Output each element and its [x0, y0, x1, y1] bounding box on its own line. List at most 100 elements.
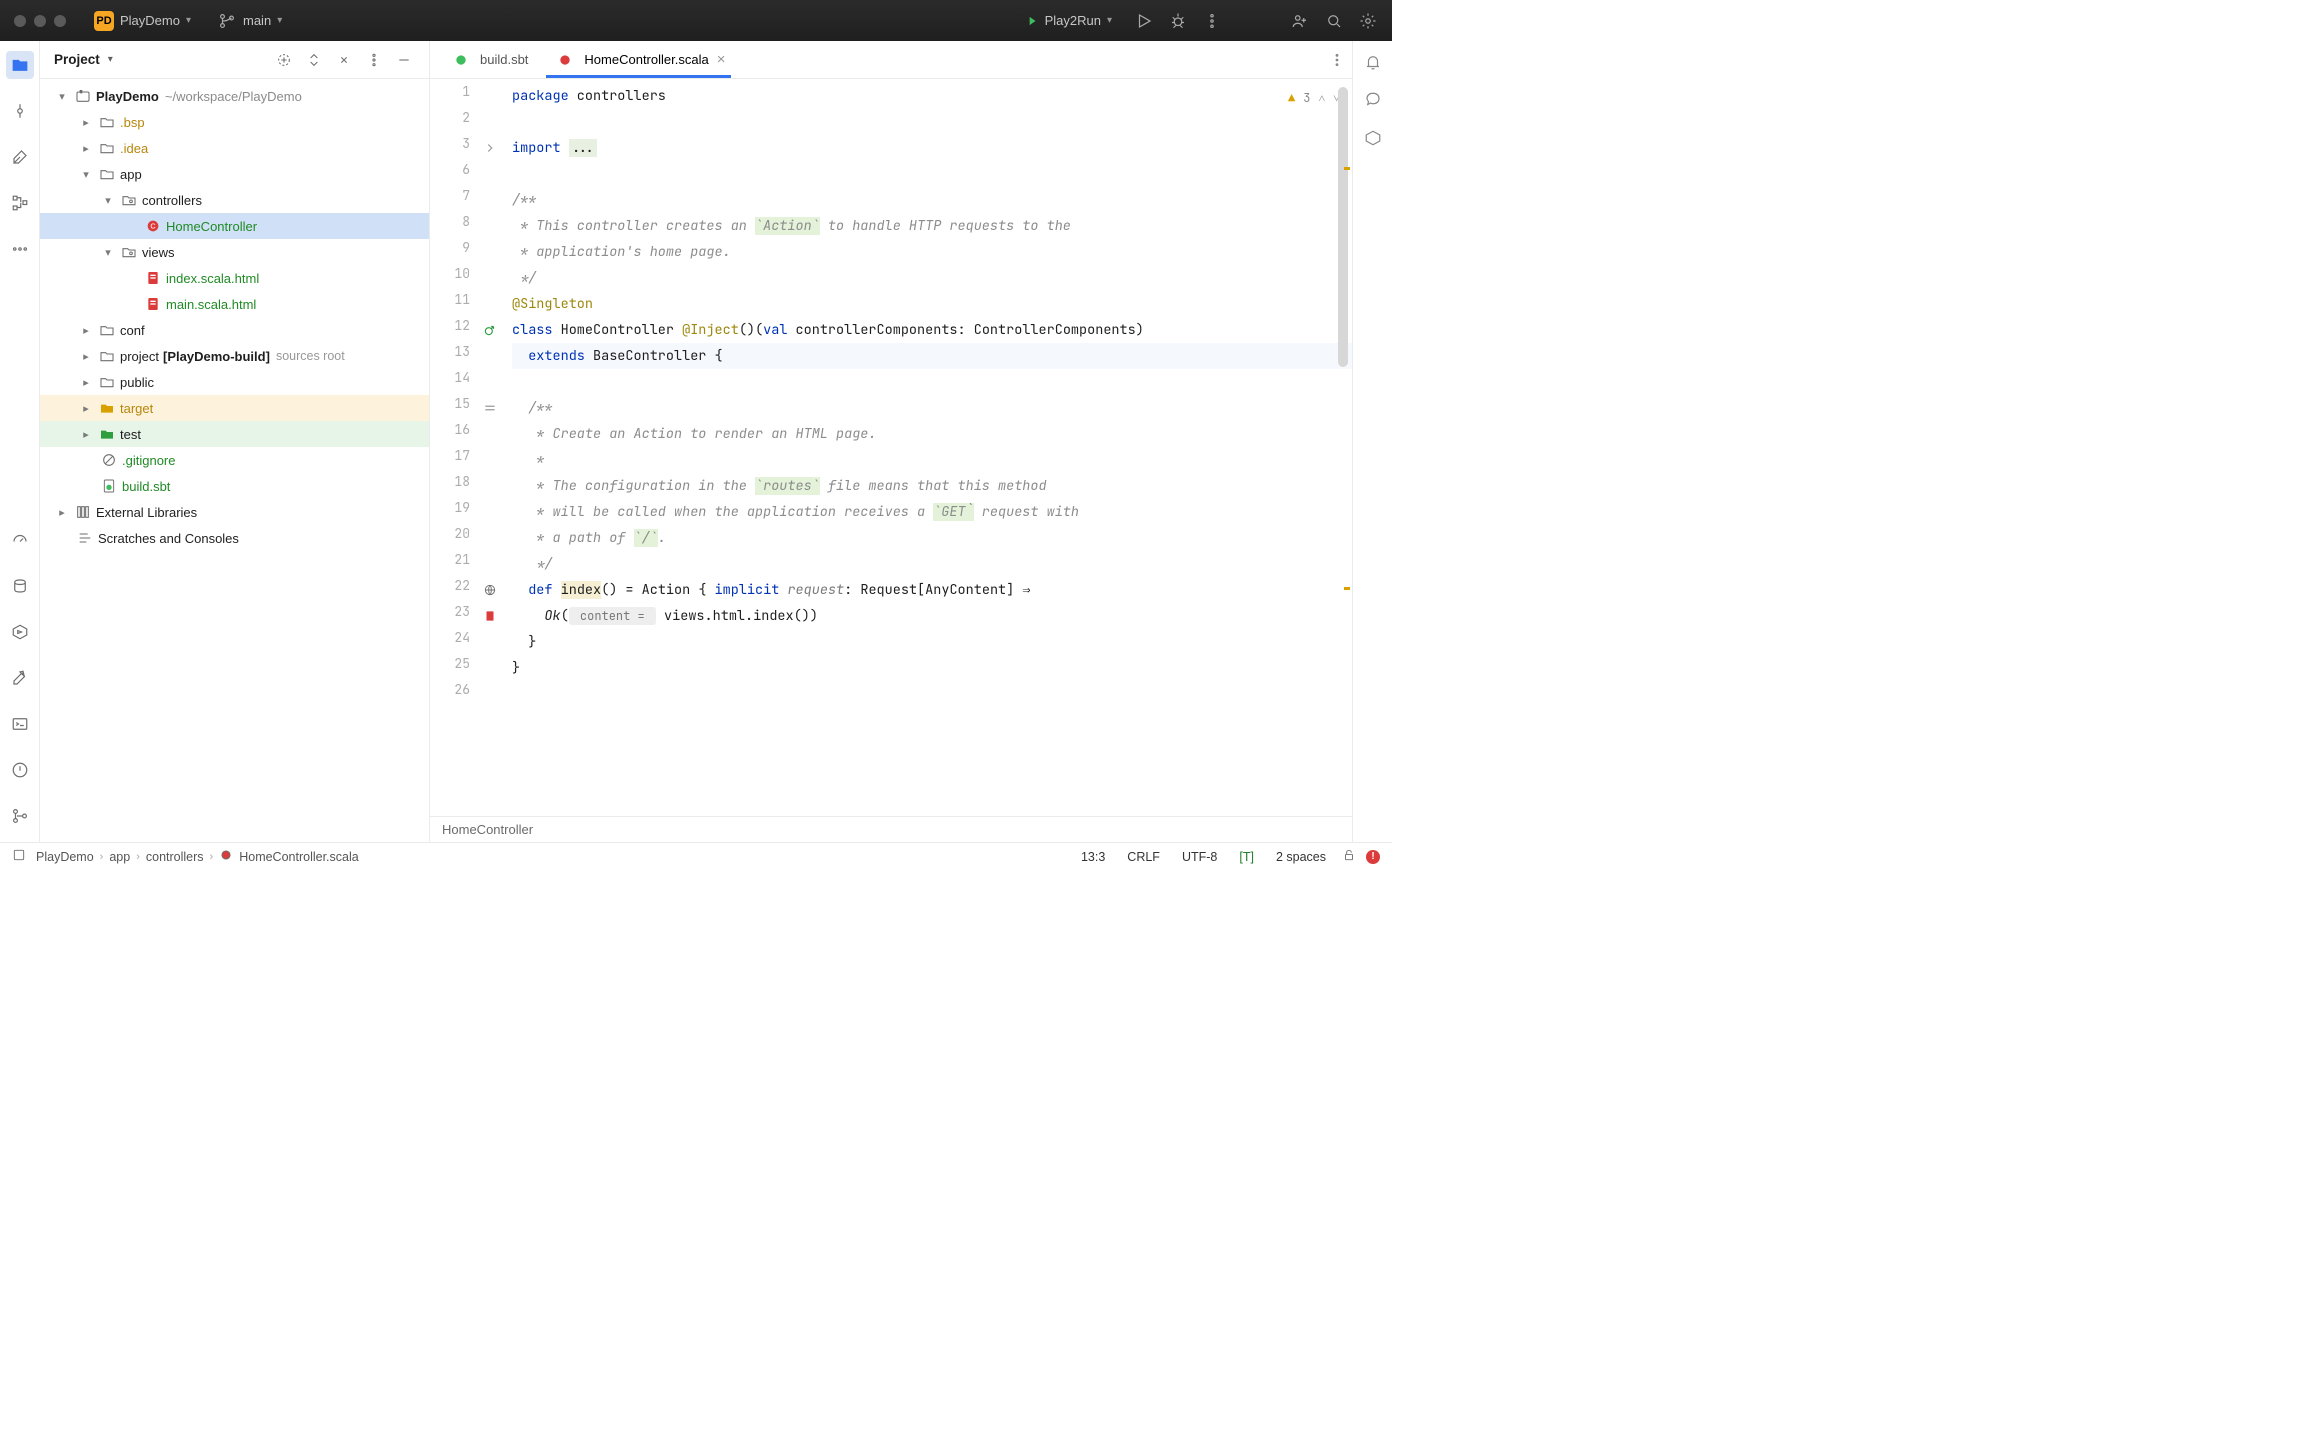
tree-file[interactable]: index.scala.html [40, 265, 429, 291]
services-tool-button[interactable] [6, 618, 34, 646]
structure-tool-button[interactable] [6, 189, 34, 217]
run-button[interactable] [1134, 11, 1154, 31]
tree-folder[interactable]: ▾app [40, 161, 429, 187]
tree-file-selected[interactable]: CHomeController [40, 213, 429, 239]
twistie-icon[interactable]: ▾ [78, 168, 94, 181]
twistie-icon[interactable]: ▸ [78, 428, 94, 441]
vcs-tool-button[interactable] [6, 802, 34, 830]
code-editor[interactable]: package controllers import ... /** * Thi… [508, 79, 1352, 816]
twistie-icon[interactable]: ▾ [100, 246, 116, 259]
problems-tool-button[interactable] [6, 756, 34, 784]
dashboard-tool-button[interactable] [6, 526, 34, 554]
editor-body[interactable]: 1 2 3 6 7 8 9 10 11 12 13 14 15 16 17 18… [430, 79, 1352, 816]
tree-folder[interactable]: ▾views [40, 239, 429, 265]
tree-file[interactable]: .gitignore [40, 447, 429, 473]
window-controls[interactable] [14, 15, 66, 27]
zoom-traffic-icon[interactable] [54, 15, 66, 27]
readonly-toggle[interactable] [1342, 848, 1356, 865]
twistie-icon[interactable]: ▸ [78, 142, 94, 155]
more-actions-button[interactable] [1202, 11, 1222, 31]
terminal-tool-button[interactable] [6, 710, 34, 738]
select-opened-file-button[interactable] [273, 49, 295, 71]
indent-setting[interactable]: 2 spaces [1270, 850, 1332, 864]
inspections-widget[interactable]: ▲ 3 ˄ ˅ [1288, 85, 1340, 111]
tree-folder[interactable]: ▸project [PlayDemo-build]sources root [40, 343, 429, 369]
twistie-icon[interactable]: ▸ [54, 506, 70, 519]
editor-breadcrumb[interactable]: HomeController [430, 816, 1352, 842]
twistie-icon[interactable]: ▾ [100, 194, 116, 207]
code-with-me-button[interactable] [1290, 11, 1310, 31]
scrollbar-thumb[interactable] [1338, 87, 1348, 367]
tree-file[interactable]: build.sbt [40, 473, 429, 499]
cursor-position[interactable]: 13:3 [1075, 850, 1111, 864]
error-indicator-icon[interactable]: ! [1366, 850, 1380, 864]
file-path-breadcrumbs[interactable]: PlayDemo› app› controllers› HomeControll… [36, 848, 359, 865]
line-separator[interactable]: CRLF [1121, 850, 1166, 864]
tree-folder[interactable]: ▸.bsp [40, 109, 429, 135]
run-config-selector[interactable]: Play2Run ▾ [1017, 9, 1120, 32]
chevron-down-icon: ▾ [277, 15, 282, 26]
debug-button[interactable] [1168, 11, 1188, 31]
tabs-more-button[interactable] [1322, 41, 1352, 78]
editor-tabs: build.sbt HomeController.scala × [430, 41, 1352, 79]
tree-file[interactable]: main.scala.html [40, 291, 429, 317]
twistie-icon[interactable]: ▸ [78, 402, 94, 415]
chevron-down-icon[interactable]: ▾ [108, 54, 113, 65]
implements-gutter-icon[interactable] [478, 317, 502, 343]
sbt-file-icon [452, 51, 470, 69]
tree-folder[interactable]: ▸.idea [40, 135, 429, 161]
twistie-icon[interactable]: ▸ [78, 376, 94, 389]
project-tool-button[interactable] [6, 51, 34, 79]
close-tab-icon[interactable]: × [717, 51, 726, 68]
search-everywhere-button[interactable] [1324, 11, 1344, 31]
notifications-tool-button[interactable] [1362, 51, 1384, 73]
project-tree[interactable]: ▾ PlayDemo ~/workspace/PlayDemo ▸.bsp ▸.… [40, 79, 429, 842]
prev-highlight-icon[interactable]: ˄ [1318, 85, 1325, 111]
sbt-tool-button[interactable] [1362, 127, 1384, 149]
tab-build-sbt[interactable]: build.sbt [436, 41, 540, 78]
folder-icon [98, 139, 116, 157]
twistie-icon[interactable]: ▸ [78, 350, 94, 363]
expand-all-button[interactable] [303, 49, 325, 71]
tab-indicator[interactable]: [T] [1233, 850, 1260, 864]
commit-tool-button[interactable] [6, 97, 34, 125]
fold-open-icon[interactable] [478, 395, 502, 421]
tree-folder[interactable]: ▸target [40, 395, 429, 421]
twistie-icon[interactable]: ▾ [54, 90, 70, 103]
status-project-icon[interactable] [12, 848, 26, 865]
scrollbar-warning-mark[interactable] [1344, 167, 1350, 170]
warning-count: 3 [1303, 85, 1310, 111]
tree-external-libs[interactable]: ▸External Libraries [40, 499, 429, 525]
minimize-traffic-icon[interactable] [34, 15, 46, 27]
tree-folder[interactable]: ▸public [40, 369, 429, 395]
panel-hide-button[interactable] [393, 49, 415, 71]
twistie-icon[interactable]: ▸ [78, 324, 94, 337]
tree-root[interactable]: ▾ PlayDemo ~/workspace/PlayDemo [40, 83, 429, 109]
close-traffic-icon[interactable] [14, 15, 26, 27]
tab-home-controller[interactable]: HomeController.scala × [540, 41, 737, 78]
tree-folder[interactable]: ▸conf [40, 317, 429, 343]
panel-options-button[interactable] [363, 49, 385, 71]
fold-icon[interactable] [478, 135, 502, 161]
template-gutter-icon[interactable] [478, 603, 502, 629]
breadcrumb-item[interactable]: HomeController [442, 822, 533, 837]
tree-folder[interactable]: ▸test [40, 421, 429, 447]
url-gutter-icon[interactable] [478, 577, 502, 603]
collapse-all-button[interactable] [333, 49, 355, 71]
twistie-icon[interactable]: ▸ [78, 116, 94, 129]
build-tool-button[interactable] [6, 664, 34, 692]
database-tool-button[interactable] [6, 572, 34, 600]
more-tool-button[interactable] [6, 235, 34, 263]
ai-assistant-tool-button[interactable] [1362, 89, 1384, 111]
file-encoding[interactable]: UTF-8 [1176, 850, 1223, 864]
bookmarks-tool-button[interactable] [6, 143, 34, 171]
editor-gutter[interactable]: 1 2 3 6 7 8 9 10 11 12 13 14 15 16 17 18… [430, 79, 508, 816]
git-branch-selector[interactable]: main ▾ [209, 7, 290, 35]
scrollbar-warning-mark[interactable] [1344, 587, 1350, 590]
editor-scrollbar[interactable] [1338, 87, 1348, 816]
settings-button[interactable] [1358, 11, 1378, 31]
folder-icon [98, 347, 116, 365]
project-selector[interactable]: PD PlayDemo ▾ [86, 7, 199, 35]
tree-folder[interactable]: ▾controllers [40, 187, 429, 213]
tree-scratches[interactable]: Scratches and Consoles [40, 525, 429, 551]
